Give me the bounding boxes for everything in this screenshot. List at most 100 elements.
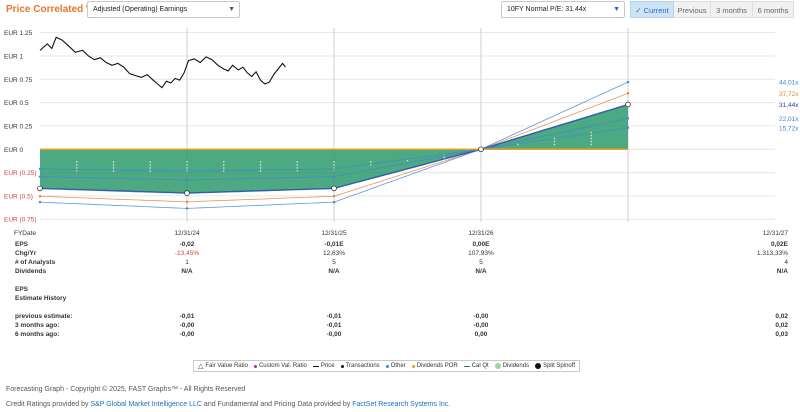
table-cell: 5 <box>332 259 336 266</box>
sp-global-link[interactable]: S&P Global Market Intelligence LLC <box>90 401 202 408</box>
factset-link[interactable]: FactSet Research Systems Inc. <box>352 401 450 408</box>
legend-item[interactable]: Split Spinoff <box>535 363 575 369</box>
circle-icon <box>494 363 501 369</box>
line-icon <box>463 365 470 367</box>
table-cell: N/A <box>181 268 193 275</box>
pe-line-label: 44,01x <box>779 80 799 87</box>
table-cell: 0,02E <box>771 241 788 248</box>
table-row: EPS <box>0 286 800 295</box>
table-cell: -0,02 <box>179 241 195 248</box>
pe-select[interactable]: 10FY Normal P/E: 31.44x ▼ <box>501 1 625 18</box>
row-label: Estimate History <box>15 295 67 302</box>
table-row: previous estimate: -0,01 -0,01 -0,00 0,02 <box>0 313 800 322</box>
table-cell: -0,00 <box>473 313 489 320</box>
table-cell: 5 <box>479 259 483 266</box>
fair-value-marker <box>478 146 484 153</box>
forecasting-chart: EUR 1.25 EUR 1 EUR 0.75 EUR 0.5 EUR 0.25 EUR … <box>4 28 799 224</box>
pe-select-value: 10FY Normal P/E: 31.44x <box>507 6 587 13</box>
legend-item[interactable]: Dividends POR <box>411 363 458 369</box>
legend-item[interactable]: Cal Qt <box>463 363 489 369</box>
row-label: # of Analysts <box>15 259 56 266</box>
table-cell: 0,00 <box>474 331 488 338</box>
earnings-select[interactable]: Adjusted (Operating) Earnings ▼ <box>87 1 240 18</box>
tab-current-label: Current <box>643 6 669 15</box>
date-header-row: FYDate 12/31/24 12/31/25 12/31/26 12/31/27 <box>0 230 800 239</box>
pe-line-dot <box>38 167 42 171</box>
y-tick-label: EUR (0.5) <box>4 193 33 200</box>
table-cell: N/A <box>475 268 487 275</box>
table-row: # of Analysts 1 5 5 4 <box>0 259 800 268</box>
table-cell: 4 <box>784 259 788 266</box>
chevron-down-icon: ▼ <box>228 6 235 13</box>
fair-value-marker <box>184 190 190 196</box>
line-icon <box>312 365 319 367</box>
table-row: Estimate History <box>0 295 800 304</box>
y-tick-label: EUR (0.25) <box>4 170 37 177</box>
row-label: 3 months ago: <box>15 322 60 329</box>
tab-6-months[interactable]: 6 months <box>753 1 794 18</box>
fair-value-marker <box>625 101 631 108</box>
pe-line-dot <box>185 178 189 182</box>
table-cell: -0,00 <box>179 322 195 329</box>
dot-icon <box>253 364 257 368</box>
legend-label: Cal Qt <box>471 363 489 369</box>
check-icon: ✓ <box>635 6 644 15</box>
y-tick-label: EUR 1.25 <box>4 30 33 37</box>
table-cell: 0,02 <box>775 313 788 320</box>
table-row: 3 months ago: -0,00 -0,01 -0,00 0,02 <box>0 322 800 331</box>
table-row: 6 months ago: -0,00 -0,00 0,00 0,03 <box>0 331 800 340</box>
legend-item[interactable]: Price <box>312 363 335 369</box>
y-tick-label: EUR 0.75 <box>4 77 33 84</box>
table-cell: -0,00 <box>179 331 195 338</box>
legend-label: Dividends <box>502 363 530 369</box>
table-cell: 107,93% <box>468 250 494 257</box>
price-line <box>39 36 286 89</box>
legend-label: Split Spinoff <box>543 363 575 369</box>
table-cell: -0,01 <box>326 313 342 320</box>
period-tabs: ✓ Current Previous 3 months 6 months <box>630 1 794 18</box>
pe-line-dot <box>626 92 630 95</box>
legend-label: Transactions <box>345 363 380 369</box>
table-cell: -0,01 <box>179 313 195 320</box>
table-cell: 0,02 <box>775 322 788 329</box>
legend-item[interactable]: △ Fair Value Ratio <box>198 362 248 370</box>
pe-line-label: 31,44x <box>779 102 799 109</box>
pe-line-dot <box>626 126 630 129</box>
tab-current[interactable]: ✓ Current <box>630 1 674 18</box>
pe-line-label: 22,01x <box>779 116 799 123</box>
legend-item[interactable]: Custom Val. Ratio <box>253 363 307 369</box>
chart-legend: △ Fair Value Ratio Custom Val. Ratio Price T… <box>193 360 580 372</box>
table-cell: -0,00 <box>473 322 489 329</box>
table-cell: 1 <box>185 259 189 266</box>
pe-line-dot <box>185 200 189 204</box>
table-row: EPS -0,02 -0,01E 0,00E 0,02E <box>0 241 800 250</box>
pe-line-dot <box>626 117 630 120</box>
row-label: EPS <box>15 241 29 248</box>
row-label: previous estimate: <box>15 313 73 320</box>
copyright-line: Forecasting Graph - Copyright © 2025, FA… <box>6 386 246 393</box>
dot-icon <box>340 364 344 368</box>
row-label: EPS <box>15 286 29 293</box>
legend-label: Custom Val. Ratio <box>258 363 307 369</box>
table-cell: 12,63% <box>322 250 346 257</box>
pe-line-dot <box>185 207 189 210</box>
pe-line-dot <box>332 195 336 198</box>
table-cell: N/A <box>776 268 788 275</box>
row-label: Dividends <box>15 268 47 275</box>
legend-item[interactable]: Other <box>385 363 406 369</box>
pe-line-dot <box>332 175 336 178</box>
tab-previous[interactable]: Previous <box>674 1 711 18</box>
top-bar: Price Correlated With Adjusted (Operatin… <box>0 0 800 22</box>
table-cell: 0,00E <box>472 241 490 248</box>
row-label: 6 months ago: <box>15 331 60 338</box>
legend-item[interactable]: Dividends <box>494 363 530 369</box>
table-cell: 1.313,33% <box>756 250 788 257</box>
tab-3-months[interactable]: 3 months <box>711 1 753 18</box>
legend-label: Other <box>390 363 406 369</box>
table-cell: -0,01 <box>326 322 342 329</box>
fy-date-label: FYDate <box>14 230 37 237</box>
dot-icon <box>411 364 415 368</box>
legend-item[interactable]: Transactions <box>340 363 380 369</box>
date-cell: 12/31/24 <box>174 230 200 237</box>
legend-label: Price <box>320 363 335 369</box>
